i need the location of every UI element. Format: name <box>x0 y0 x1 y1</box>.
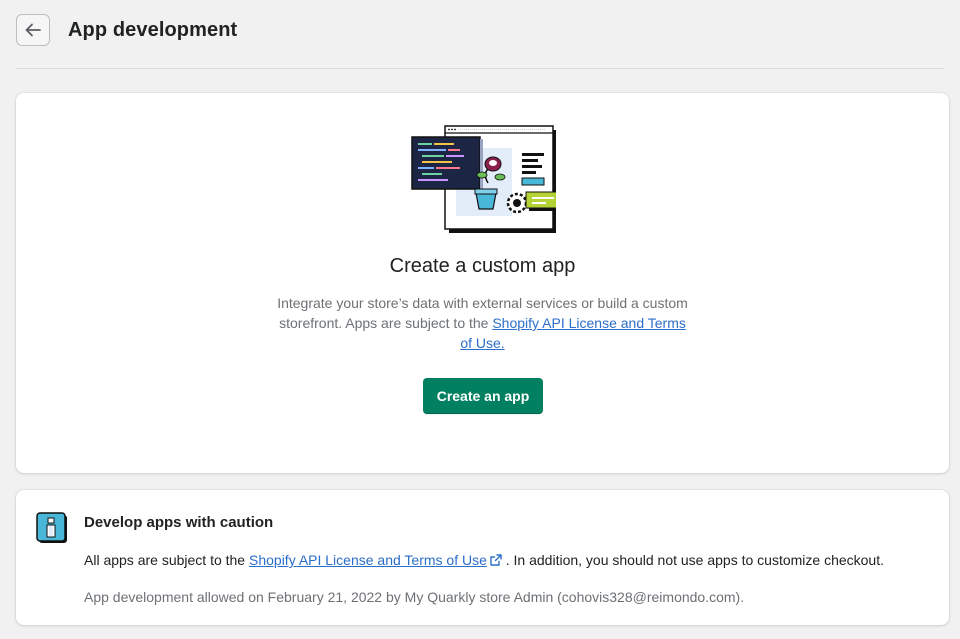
api-license-external-link[interactable]: Shopify API License and Terms of Use <box>249 552 487 568</box>
card-title: Create a custom app <box>389 255 576 277</box>
create-app-button[interactable]: Create an app <box>423 378 543 414</box>
api-license-link[interactable]: Shopify API License and Terms of Use. <box>460 315 686 351</box>
caution-text-after: . In addition, you should not use apps t… <box>501 552 884 568</box>
external-link-icon[interactable] <box>490 554 502 566</box>
caution-card: Develop apps with caution All apps are s… <box>16 490 949 625</box>
app-development-meta: App development allowed on February 21, … <box>84 589 745 605</box>
caution-title: Develop apps with caution <box>84 514 274 531</box>
back-button[interactable] <box>16 14 50 46</box>
card-description: Integrate your store’s data with externa… <box>276 293 689 353</box>
custom-app-illustration <box>411 125 556 233</box>
create-custom-app-card: Create a custom app Integrate your store… <box>16 93 949 473</box>
info-icon <box>36 512 67 543</box>
arrow-left-icon <box>25 23 41 37</box>
page-title: App development <box>68 19 238 41</box>
caution-text: All apps are subject to the Shopify API … <box>84 552 884 568</box>
caution-text-before: All apps are subject to the <box>84 552 249 568</box>
page-header: App development <box>16 14 944 69</box>
